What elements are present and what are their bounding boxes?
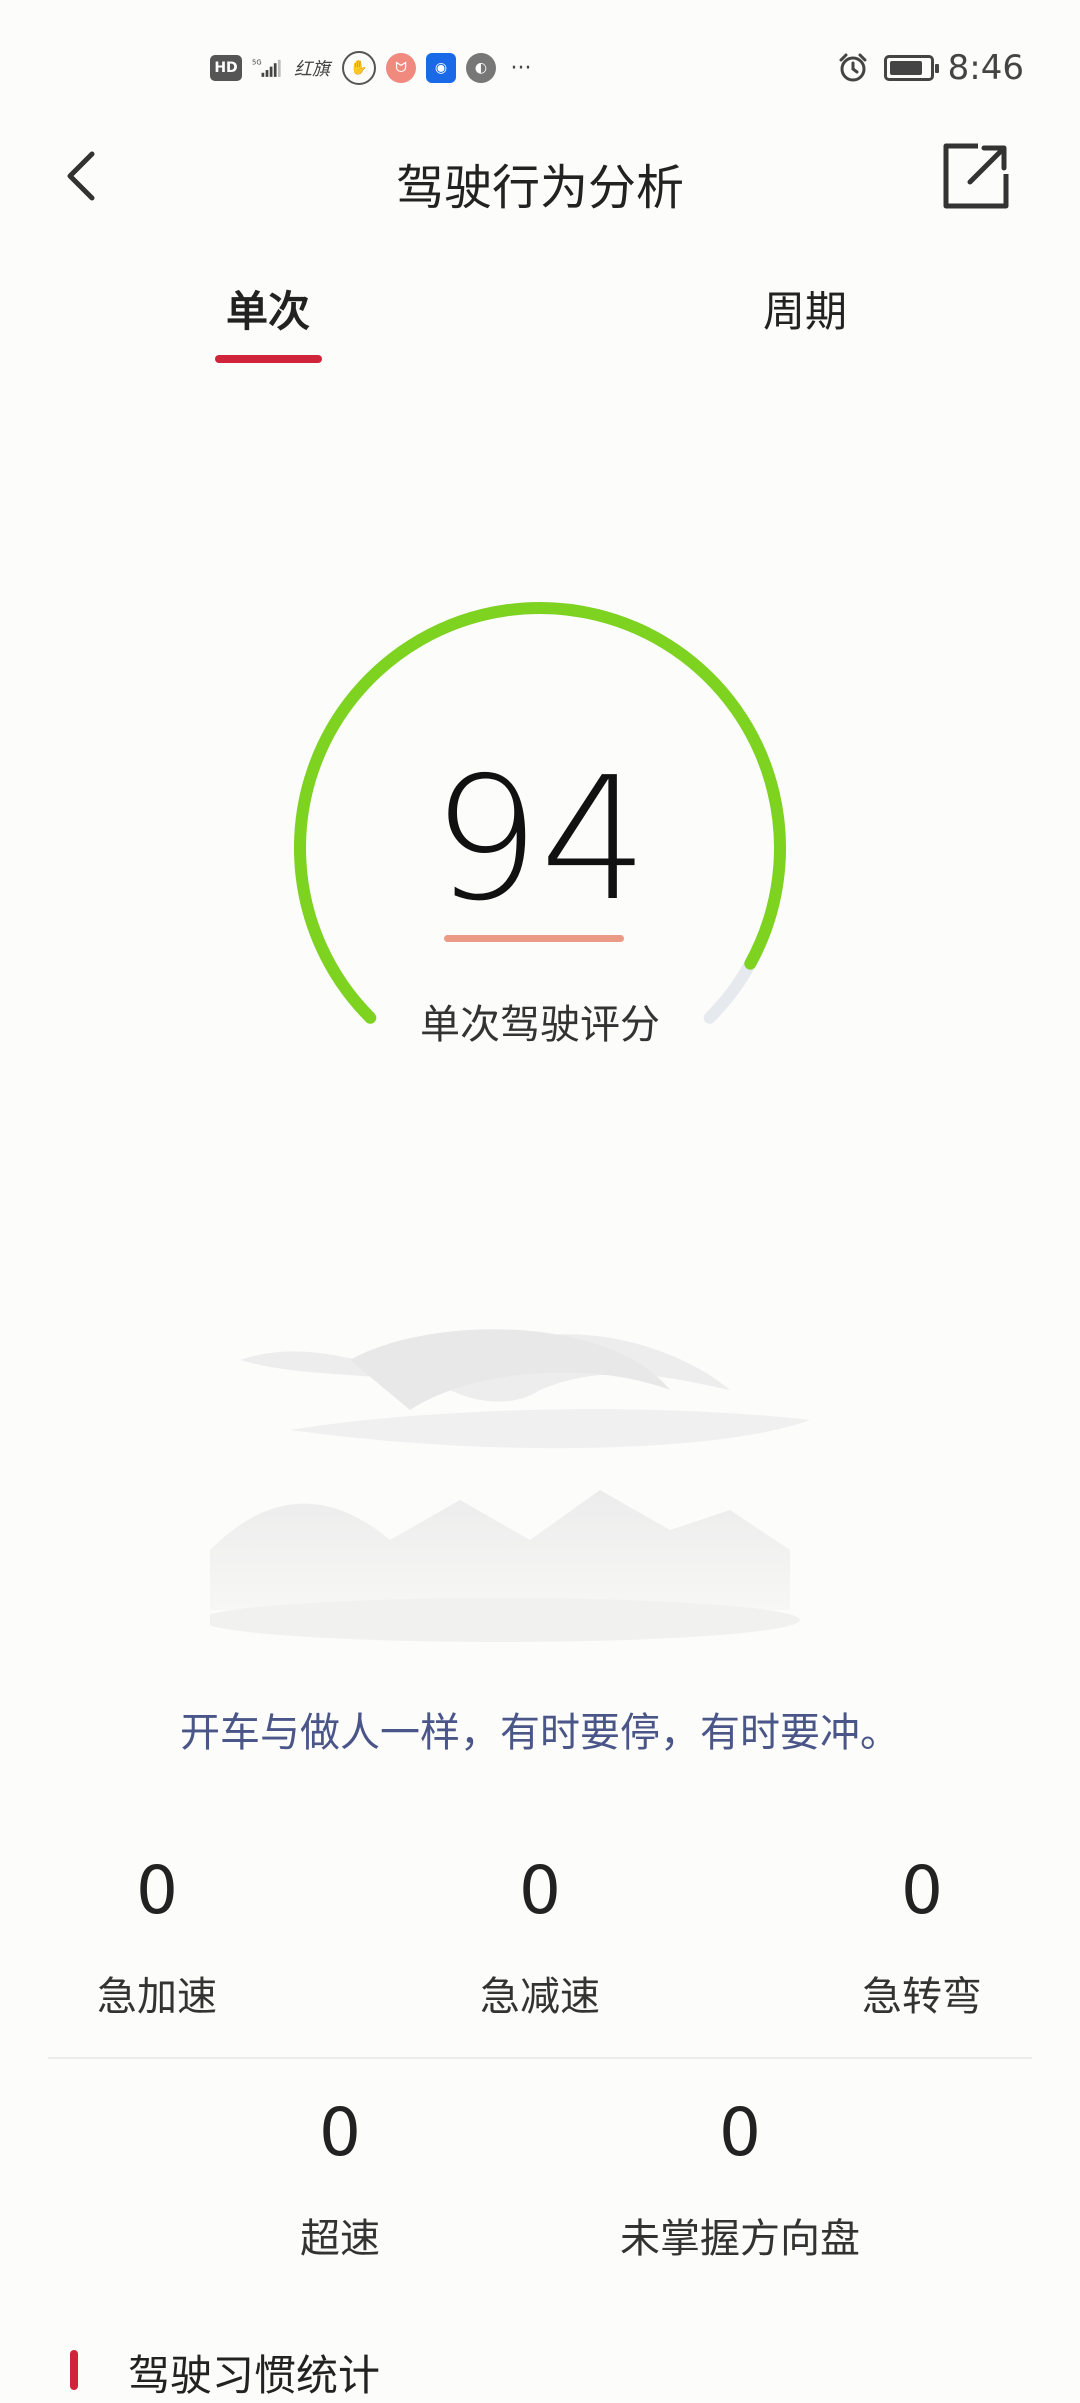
stat-value: 0 bbox=[719, 2094, 761, 2171]
svg-text:5G: 5G bbox=[252, 59, 262, 67]
stat-value: 0 bbox=[319, 2094, 361, 2171]
grey-app-icon: ◐ bbox=[466, 53, 496, 83]
share-external-icon bbox=[943, 143, 1009, 209]
stat-label: 超速 bbox=[300, 2216, 380, 2262]
stat-hands-off-wheel: 0 未掌握方向盘 bbox=[590, 2100, 890, 2264]
stat-label: 未掌握方向盘 bbox=[620, 2216, 860, 2262]
score-label: 单次驾驶评分 bbox=[420, 1002, 660, 1048]
share-button[interactable] bbox=[940, 140, 1012, 212]
active-tab-indicator bbox=[215, 355, 322, 363]
landscape-illustration bbox=[210, 1329, 810, 1642]
stats-divider bbox=[48, 2057, 1032, 2059]
hongqi-icon: 红旗 bbox=[294, 59, 330, 80]
hd-icon: HD bbox=[210, 55, 242, 81]
red-app-icon: ᗢ bbox=[386, 53, 416, 83]
stat-label: 急减速 bbox=[480, 1974, 600, 2020]
stat-label: 急加速 bbox=[97, 1974, 217, 2020]
more-dots-icon: ··· bbox=[510, 55, 532, 81]
stat-value: 0 bbox=[519, 1852, 561, 1929]
alarm-icon bbox=[839, 53, 867, 82]
section-marker bbox=[70, 2350, 78, 2390]
tab-single[interactable]: 单次 bbox=[158, 278, 378, 339]
stat-rapid-decel: 0 急减速 bbox=[390, 1858, 690, 2022]
status-left-icons: HD 5G 红旗 ✋ ᗢ ◉ ◐ ··· bbox=[210, 48, 536, 88]
score-value: 94 bbox=[431, 741, 649, 939]
battery-icon bbox=[883, 55, 939, 81]
signal-icon: 5G bbox=[252, 53, 282, 83]
status-time: 8:46 bbox=[947, 48, 1024, 88]
stat-sharp-turn: 0 急转弯 bbox=[772, 1858, 1072, 2022]
stat-label: 急转弯 bbox=[862, 1974, 982, 2020]
stat-value: 0 bbox=[136, 1852, 178, 1929]
section-title: 驾驶习惯统计 bbox=[128, 2351, 381, 2400]
blue-app-icon: ◉ bbox=[426, 53, 456, 83]
stat-speeding: 0 超速 bbox=[190, 2100, 490, 2264]
page-title: 驾驶行为分析 bbox=[395, 160, 684, 216]
status-bar: HD 5G 红旗 ✋ ᗢ ◉ ◐ ··· 8:46 bbox=[0, 0, 1080, 130]
score-underline bbox=[444, 935, 624, 942]
tab-period[interactable]: 周期 bbox=[695, 278, 915, 339]
status-right: 8:46 bbox=[836, 48, 1024, 88]
stat-value: 0 bbox=[901, 1852, 943, 1929]
stat-rapid-accel: 0 急加速 bbox=[7, 1858, 307, 2022]
motto-quote: 开车与做人一样，有时要停，有时要冲。 bbox=[180, 1710, 900, 1756]
hand-icon: ✋ bbox=[342, 51, 376, 85]
